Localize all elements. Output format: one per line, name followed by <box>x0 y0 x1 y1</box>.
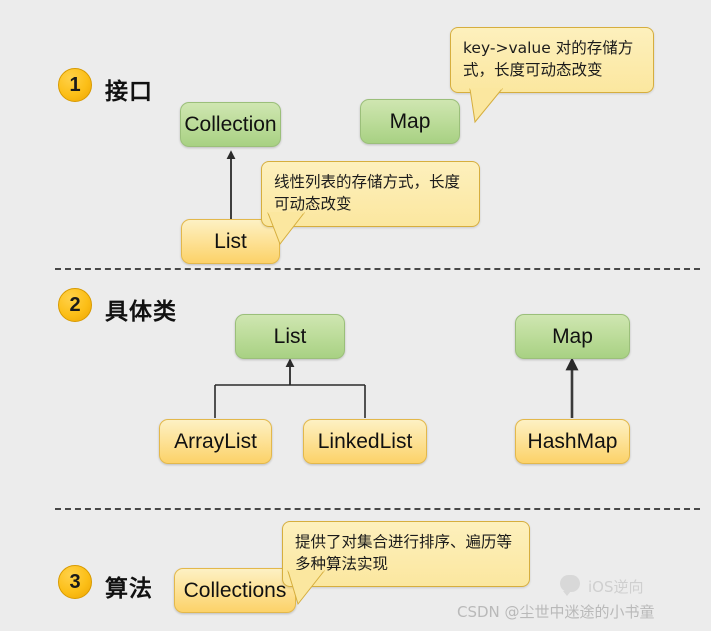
diagram-canvas: 1 接口 Collection Map List key->value 对的存储… <box>0 0 711 631</box>
wechat-watermark: iOS逆向 <box>588 578 644 596</box>
node-collections[interactable]: Collections <box>174 568 296 613</box>
callout-map-note-tail <box>469 88 504 124</box>
section-divider-1 <box>55 268 700 270</box>
section-divider-2 <box>55 508 700 510</box>
node-linkedlist[interactable]: LinkedList <box>303 419 427 464</box>
wechat-icon <box>560 575 580 596</box>
section-badge-2: 2 <box>58 288 92 322</box>
section-badge-3: 3 <box>58 565 92 599</box>
callout-list-note-tail <box>267 212 306 246</box>
node-hashmap[interactable]: HashMap <box>515 419 630 464</box>
node-map-class[interactable]: Map <box>515 314 630 359</box>
section-badge-1: 1 <box>58 68 92 102</box>
section-title-3: 算法 <box>105 576 153 602</box>
callout-map-note: key->value 对的存储方式，长度可动态改变 <box>450 27 654 93</box>
section-title-2: 具体类 <box>105 299 177 325</box>
node-collection[interactable]: Collection <box>180 102 281 147</box>
csdn-watermark: CSDN @尘世中迷途的小书童 <box>457 603 655 621</box>
node-list-class[interactable]: List <box>235 314 345 359</box>
callout-collections-note-tail <box>287 570 326 606</box>
node-arraylist[interactable]: ArrayList <box>159 419 272 464</box>
section-title-1: 接口 <box>105 79 153 105</box>
